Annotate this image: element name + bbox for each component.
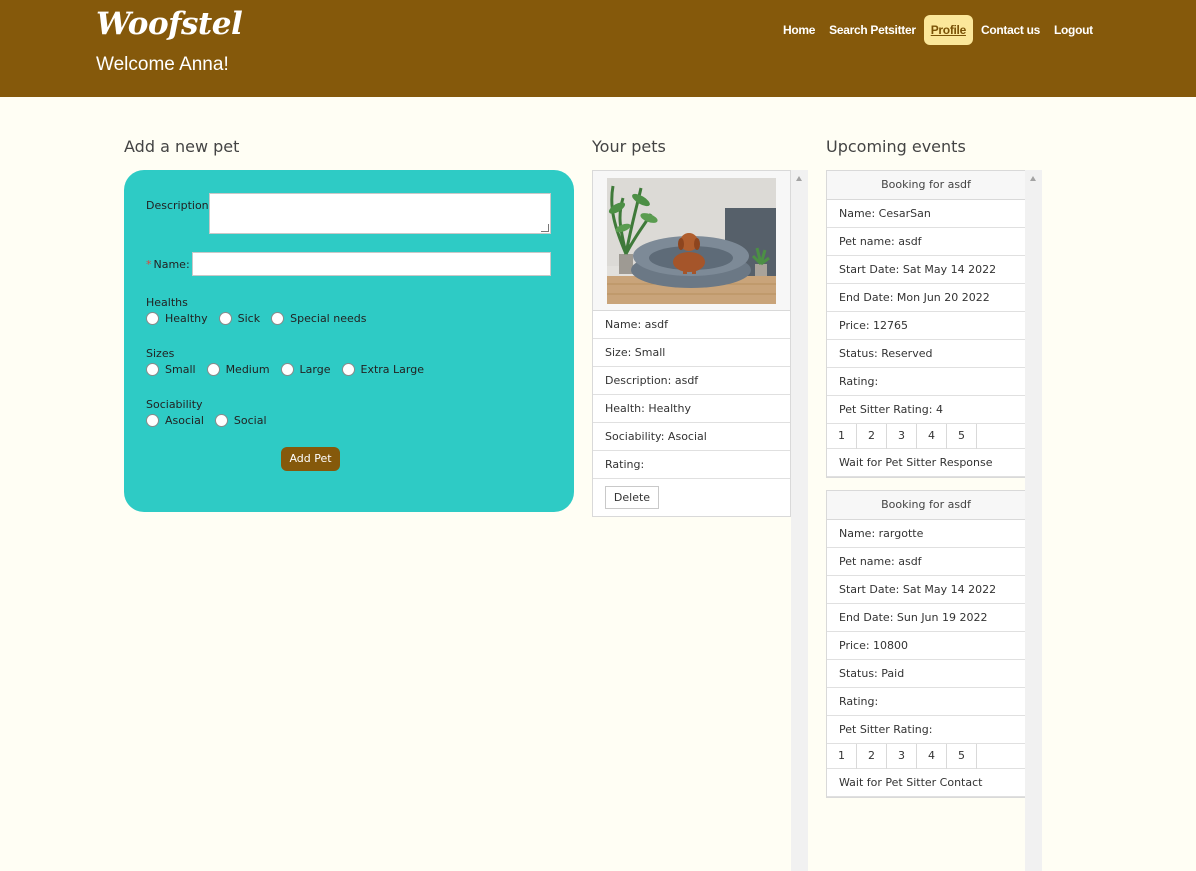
rate-2-button[interactable]: 2 <box>857 424 887 449</box>
radio-label-extra-large: Extra Large <box>360 363 424 376</box>
event-end-date: End Date: Mon Jun 20 2022 <box>827 284 1025 312</box>
events-scrollbar[interactable] <box>1025 170 1042 871</box>
add-pet-form: Description: * Name: Healths Healthy Sick… <box>124 170 574 512</box>
pet-size: Size: Small <box>593 339 790 367</box>
event-start-date: Start Date: Sat May 14 2022 <box>827 576 1025 604</box>
event-sitter-name: Name: CesarSan <box>827 200 1025 228</box>
pet-photo-frame <box>593 171 790 311</box>
radio-medium[interactable] <box>206 363 220 376</box>
sociability-radio-group: Asocial Social <box>146 414 278 427</box>
radio-social[interactable] <box>214 414 228 427</box>
rate-3-button[interactable]: 3 <box>887 744 917 769</box>
pet-actions: Delete <box>593 479 790 516</box>
rate-4-button[interactable]: 4 <box>917 424 947 449</box>
delete-pet-button[interactable]: Delete <box>605 486 659 509</box>
scroll-up-arrow-icon[interactable] <box>1030 176 1036 181</box>
required-asterisk-icon: * <box>146 258 152 271</box>
rating-buttons: 1 2 3 4 5 <box>827 424 1025 449</box>
description-label: Description: <box>146 199 213 212</box>
rating-buttons: 1 2 3 4 5 <box>827 744 1025 769</box>
radio-label-social: Social <box>233 414 267 427</box>
healths-radio-group: Healthy Sick Special needs <box>146 312 377 325</box>
pets-list: Name: asdf Size: Small Description: asdf… <box>592 170 791 517</box>
rate-2-button[interactable]: 2 <box>857 744 887 769</box>
healths-label: Healths <box>146 296 188 309</box>
event-footer-status: Wait for Pet Sitter Contact <box>827 769 1025 797</box>
event-pet-name: Pet name: asdf <box>827 228 1025 256</box>
event-header: Booking for asdf <box>827 491 1025 520</box>
radio-healthy[interactable] <box>146 312 159 325</box>
radio-label-healthy: Healthy <box>165 312 208 325</box>
dog-on-bed-photo <box>607 178 776 304</box>
event-rating: Rating: <box>827 688 1025 716</box>
event-price: Price: 12765 <box>827 312 1025 340</box>
pets-scrollbar[interactable] <box>791 170 808 871</box>
site-logo[interactable]: Woofstel <box>96 6 243 42</box>
radio-small[interactable] <box>146 363 159 376</box>
add-pet-title: Add a new pet <box>124 137 240 156</box>
scroll-up-arrow-icon[interactable] <box>796 176 802 181</box>
nav-contact-us[interactable]: Contact us <box>974 15 1047 45</box>
your-pets-title: Your pets <box>592 137 666 156</box>
add-pet-button[interactable]: Add Pet <box>281 447 340 471</box>
radio-label-sick: Sick <box>237 312 261 325</box>
sizes-radio-group: Small Medium Large Extra Large <box>146 363 435 376</box>
event-end-date: End Date: Sun Jun 19 2022 <box>827 604 1025 632</box>
pet-name: Name: asdf <box>593 311 790 339</box>
rate-3-button[interactable]: 3 <box>887 424 917 449</box>
event-card: Booking for asdf Name: CesarSan Pet name… <box>826 170 1026 478</box>
pet-health: Health: Healthy <box>593 395 790 423</box>
pet-card: Name: asdf Size: Small Description: asdf… <box>592 170 791 517</box>
upcoming-events-panel: Booking for asdf Name: CesarSan Pet name… <box>826 170 1042 871</box>
event-sitter-name: Name: rargotte <box>827 520 1025 548</box>
rate-1-button[interactable]: 1 <box>827 744 857 769</box>
description-textarea[interactable] <box>209 193 551 234</box>
rate-5-button[interactable]: 5 <box>947 744 977 769</box>
rate-4-button[interactable]: 4 <box>917 744 947 769</box>
rate-5-button[interactable]: 5 <box>947 424 977 449</box>
radio-large[interactable] <box>280 363 294 376</box>
event-start-date: Start Date: Sat May 14 2022 <box>827 256 1025 284</box>
rate-1-button[interactable]: 1 <box>827 424 857 449</box>
pet-description: Description: asdf <box>593 367 790 395</box>
radio-label-asocial: Asocial <box>165 414 204 427</box>
event-status: Status: Paid <box>827 660 1025 688</box>
pet-sociability: Sociability: Asocial <box>593 423 790 451</box>
event-petsitter-rating: Pet Sitter Rating: 4 <box>827 396 1025 424</box>
event-card: Booking for asdf Name: rargotte Pet name… <box>826 490 1026 798</box>
event-price: Price: 10800 <box>827 632 1025 660</box>
radio-asocial[interactable] <box>146 414 159 427</box>
event-petsitter-rating: Pet Sitter Rating: <box>827 716 1025 744</box>
nav-search-petsitter[interactable]: Search Petsitter <box>822 15 923 45</box>
sociability-label: Sociability <box>146 398 203 411</box>
top-header: Woofstel Welcome Anna! Home Search Petsi… <box>0 0 1196 97</box>
pet-rating: Rating: <box>593 451 790 479</box>
event-rating: Rating: <box>827 368 1025 396</box>
event-header: Booking for asdf <box>827 171 1025 200</box>
radio-label-small: Small <box>165 363 196 376</box>
radio-sick[interactable] <box>218 312 232 325</box>
event-status: Status: Reserved <box>827 340 1025 368</box>
nav-home[interactable]: Home <box>776 15 822 45</box>
event-footer-status: Wait for Pet Sitter Response <box>827 449 1025 477</box>
name-label: Name: <box>153 258 190 271</box>
event-pet-name: Pet name: asdf <box>827 548 1025 576</box>
radio-label-special-needs: Special needs <box>290 312 367 325</box>
radio-extra-large[interactable] <box>341 363 355 376</box>
sizes-label: Sizes <box>146 347 175 360</box>
name-input[interactable] <box>192 252 551 276</box>
name-label-wrap: * Name: <box>146 258 190 271</box>
resize-handle-icon[interactable] <box>541 224 549 232</box>
welcome-message: Welcome Anna! <box>96 54 229 75</box>
radio-special-needs[interactable] <box>271 312 285 325</box>
nav-profile[interactable]: Profile <box>923 15 973 45</box>
nav-logout[interactable]: Logout <box>1047 15 1100 45</box>
radio-label-medium: Medium <box>225 363 270 376</box>
upcoming-events-title: Upcoming events <box>826 137 966 156</box>
radio-label-large: Large <box>299 363 331 376</box>
main-nav: Home Search Petsitter Profile Contact us… <box>776 15 1100 45</box>
your-pets-panel: Name: asdf Size: Small Description: asdf… <box>592 170 808 871</box>
